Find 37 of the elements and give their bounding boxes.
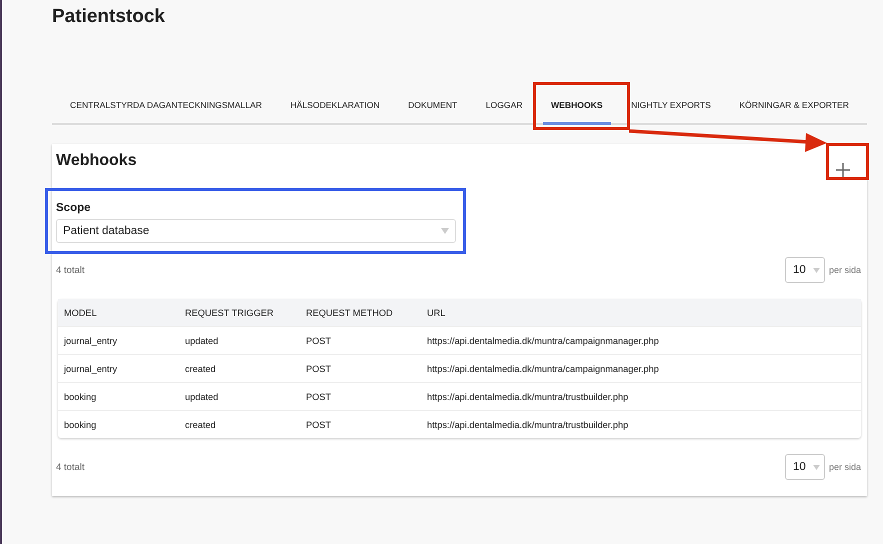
scope-label: Scope — [56, 202, 92, 214]
table-cell-text: https://api.dentalmedia.dk/muntra/trustbuilder.php — [427, 392, 630, 402]
table-cell-text: POST — [306, 392, 332, 402]
column-header: REQUEST TRIGGER — [185, 308, 274, 318]
per-page-select[interactable]: 10 — [784, 257, 825, 283]
tab[interactable]: HÄLSODEKLARATION — [282, 88, 388, 125]
total-count: 4 totalt — [56, 264, 85, 276]
table-cell-text: booking — [64, 392, 98, 402]
table-cell-text: https://api.dentalmedia.dk/muntra/campaignmanager.php — [427, 364, 660, 374]
table-cell-text: POST — [306, 364, 332, 374]
section-title: Webhooks — [56, 152, 137, 170]
tab[interactable]: DOKUMENT — [400, 88, 466, 125]
table-cell-text: POST — [306, 420, 332, 430]
table-cell-text: booking — [64, 420, 98, 430]
page-title: Patientstock — [52, 5, 166, 29]
tab[interactable]: WEBHOOKS — [543, 88, 611, 125]
total-count: 4 totalt — [56, 462, 85, 472]
tab[interactable]: NIGHTLY EXPORTS — [623, 88, 719, 125]
table-cell-text: updated — [185, 336, 220, 346]
table-cell-text: https://api.dentalmedia.dk/muntra/trustbuilder.php — [427, 420, 630, 430]
table-cell-text: POST — [306, 336, 332, 346]
column-header: MODEL — [64, 308, 98, 318]
column-header: REQUEST METHOD — [306, 308, 394, 318]
table-cell-text: journal_entry — [64, 364, 118, 374]
column-header: URL — [427, 308, 446, 318]
table-cell-text: created — [185, 420, 217, 430]
table-cell-text: journal_entry — [64, 336, 118, 346]
table-cell-text: created — [185, 364, 217, 374]
tab[interactable]: CENTRALSTYRDA DAGANTECKNINGSMALLAR — [62, 88, 270, 125]
tab[interactable]: KÖRNINGAR & EXPORTER — [731, 88, 857, 125]
per-page-label: per sida — [828, 265, 861, 275]
per-page-label: per sida — [828, 462, 861, 472]
table-cell-text: https://api.dentalmedia.dk/muntra/campaignmanager.php — [427, 336, 660, 346]
table-cell-text: updated — [185, 392, 220, 402]
scope-select[interactable]: Patient database — [56, 219, 456, 243]
per-page-select[interactable]: 10 — [784, 454, 825, 480]
tab[interactable]: LOGGAR — [478, 88, 531, 125]
